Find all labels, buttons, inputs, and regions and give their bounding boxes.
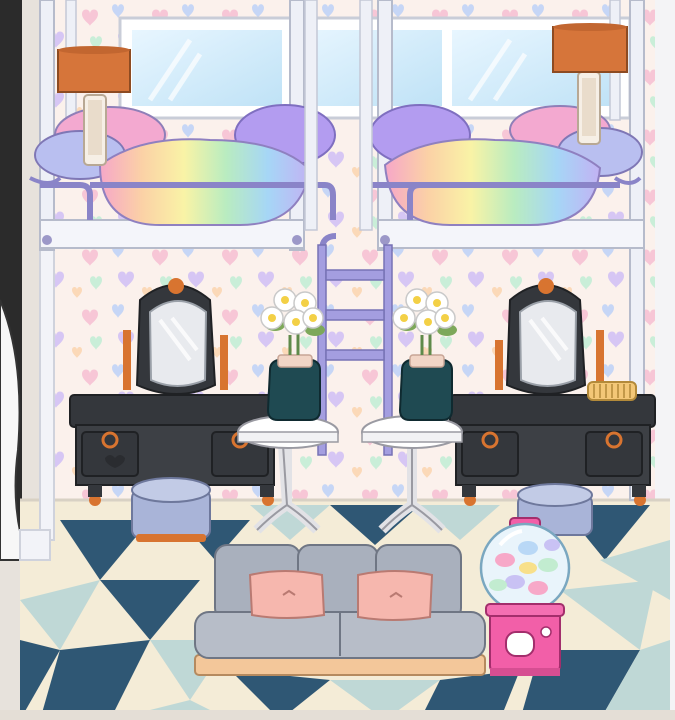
- center-post-right: [359, 0, 373, 231]
- center-post-left: [304, 0, 318, 231]
- sofa[interactable]: [194, 544, 486, 676]
- gumball-machine[interactable]: [479, 517, 571, 676]
- floor-edge: [0, 710, 675, 720]
- bedroom-scene: [0, 0, 675, 720]
- room-pillar-left: [39, 239, 55, 541]
- pillar-base-left: [19, 529, 51, 561]
- comb[interactable]: [587, 381, 637, 401]
- pouf-left[interactable]: [131, 477, 211, 542]
- scene-canvas: [0, 0, 675, 720]
- cushion-right[interactable]: [357, 570, 434, 621]
- cushion-left[interactable]: [248, 570, 326, 619]
